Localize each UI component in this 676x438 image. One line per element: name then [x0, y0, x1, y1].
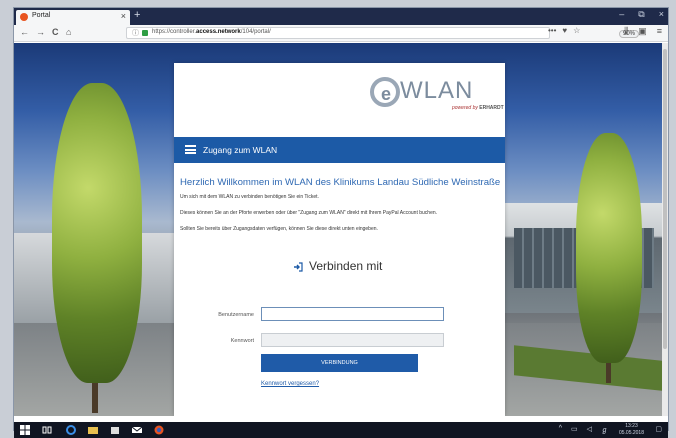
bookmark-star-icon[interactable]: ☆ — [573, 26, 580, 35]
ewlan-logo: e WLAN powered by ERHARDT — [370, 73, 504, 117]
username-input[interactable] — [261, 307, 444, 321]
close-window-button[interactable]: × — [659, 9, 664, 20]
windows-start-icon[interactable] — [20, 425, 30, 435]
navigation-bar: ← → C ⌂ ⓘ https://controller.access.netw… — [14, 25, 668, 42]
menu-label[interactable]: Zugang zum WLAN — [203, 145, 277, 155]
network-icon[interactable]: ▭ — [571, 425, 578, 435]
toolbar-right: ⫼ ▣ ≡ — [624, 26, 662, 37]
url-text[interactable]: https://controller.access.network/104/po… — [152, 29, 271, 35]
portal-card: e WLAN powered by ERHARDT Zugang zum WLA… — [174, 63, 505, 416]
pocket-icon[interactable]: ♥ — [562, 26, 567, 35]
url-bar[interactable]: ⓘ https://controller.access.network/104/… — [126, 27, 640, 39]
lock-icon[interactable] — [142, 30, 148, 36]
welcome-heading: Herzlich Willkommen im WLAN des Klinikum… — [180, 177, 501, 188]
logo-powered-by: powered by ERHARDT — [452, 105, 504, 111]
tab-title: Portal — [32, 12, 51, 19]
forgot-password-link[interactable]: Kennwort vergessen? — [261, 381, 319, 387]
info-paragraph-3: Sollten Sie bereits über Zugangsdaten ve… — [180, 226, 378, 232]
mail-icon[interactable] — [132, 425, 142, 435]
library-icon[interactable]: ⫼ — [624, 26, 628, 37]
tree-right — [576, 133, 642, 363]
task-view-icon[interactable] — [42, 425, 52, 435]
password-input[interactable] — [261, 333, 444, 347]
taskbar-clock[interactable]: 13:23 05.05.2018 — [619, 423, 644, 437]
file-explorer-icon[interactable] — [88, 425, 98, 435]
logo-e: e — [381, 84, 392, 104]
forward-button[interactable]: → — [36, 27, 45, 37]
connect-heading: Verbinden mit — [309, 259, 383, 273]
browser-window: Portal × + – ⧉ × ← → C ⌂ ⓘ https://contr… — [14, 8, 668, 430]
sign-in-icon — [294, 262, 303, 272]
back-button[interactable]: ← — [20, 27, 29, 37]
username-label: Benutzername — [218, 312, 254, 318]
tab-strip: Portal × + – ⧉ × — [14, 8, 668, 25]
store-icon[interactable] — [110, 425, 120, 435]
info-icon[interactable]: ⓘ — [132, 28, 139, 38]
windows-taskbar: ^ ▭ ◁ ℊ 13:23 05.05.2018 ▢ — [14, 422, 668, 438]
edge-browser-icon[interactable] — [66, 425, 76, 435]
tab-close-icon[interactable]: × — [121, 11, 126, 21]
page-scrollbar[interactable] — [662, 43, 668, 416]
page-viewport: e WLAN powered by ERHARDT Zugang zum WLA… — [14, 43, 662, 416]
new-tab-button[interactable]: + — [134, 9, 140, 21]
sidebar-icon[interactable]: ▣ — [638, 26, 647, 37]
hamburger-menu-icon[interactable]: ≡ — [657, 26, 662, 37]
logo-wlan-text: WLAN — [400, 77, 474, 104]
ewlan-logo-circle: e — [370, 77, 400, 107]
window-controls: – ⧉ × — [619, 9, 664, 20]
restore-button[interactable]: ⧉ — [638, 9, 644, 20]
tray-chevron-icon[interactable]: ^ — [559, 425, 562, 435]
connect-submit-button[interactable]: VERBINDUNG — [261, 354, 418, 372]
hamburger-icon[interactable] — [185, 145, 196, 154]
firefox-taskbar-icon[interactable] — [154, 425, 164, 435]
minimize-button[interactable]: – — [619, 9, 624, 20]
url-actions: ••• ♥ ☆ — [548, 26, 580, 35]
reload-button[interactable]: C — [52, 27, 59, 37]
password-label: Kennwort — [230, 338, 254, 344]
browser-tab[interactable]: Portal × — [16, 10, 130, 25]
notification-icon[interactable]: ▢ — [655, 425, 662, 433]
volume-icon[interactable]: ◁ — [587, 425, 592, 435]
firefox-favicon-icon — [20, 13, 28, 21]
tree-left — [52, 83, 142, 383]
page-actions-icon[interactable]: ••• — [548, 26, 556, 35]
portal-menu-bar[interactable]: Zugang zum WLAN — [174, 137, 505, 163]
home-button[interactable]: ⌂ — [66, 27, 71, 37]
info-paragraph-2: Dieses können Sie an der Pforte erwerben… — [180, 210, 438, 216]
scrollbar-thumb[interactable] — [663, 49, 667, 349]
system-tray: ^ ▭ ◁ ℊ — [559, 425, 608, 435]
language-icon[interactable]: ℊ — [601, 425, 608, 435]
info-paragraph-1: Um sich mit dem WLAN zu verbinden benöti… — [180, 194, 319, 200]
